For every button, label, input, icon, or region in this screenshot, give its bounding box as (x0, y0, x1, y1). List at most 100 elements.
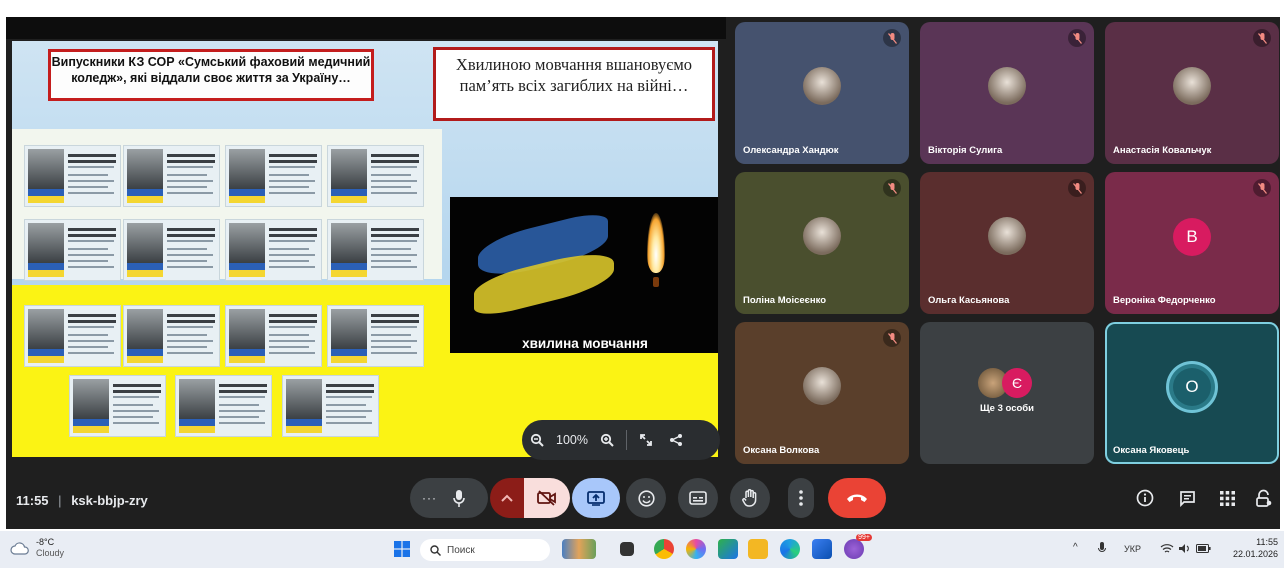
mic-off-icon (1253, 29, 1271, 47)
card-text-line (113, 396, 159, 398)
edge-icon[interactable] (780, 539, 800, 559)
participant-tile[interactable]: Олександра Хандюк (735, 22, 909, 164)
leave-call-button[interactable] (828, 478, 886, 518)
flag-strip (127, 349, 163, 363)
meet-window: Випускники КЗ СОР «Сумський фаховий меди… (6, 17, 1280, 529)
portrait-photo (229, 223, 265, 263)
file-explorer-icon[interactable] (748, 539, 768, 559)
candle-flame-icon (647, 213, 665, 273)
card-text-line (68, 160, 116, 163)
volume-icon[interactable] (1178, 543, 1191, 554)
flag-strip (331, 189, 367, 203)
tray-chevron-icon[interactable]: ^ (1073, 542, 1078, 553)
host-controls-icon[interactable] (1250, 485, 1276, 511)
activities-icon[interactable] (1214, 485, 1240, 511)
cloud-icon (10, 541, 29, 555)
meeting-time: 11:55 (16, 493, 49, 508)
card-text-line (371, 326, 417, 328)
card-text-line (371, 240, 417, 242)
card-text-line (269, 334, 309, 336)
photos-icon[interactable] (812, 539, 832, 559)
participant-avatar (988, 67, 1026, 105)
keyboard-language[interactable]: УКР (1124, 544, 1141, 554)
card-text-line (371, 186, 411, 188)
card-text-line (68, 266, 114, 268)
memorial-card (123, 219, 220, 281)
card-text-line (167, 320, 215, 323)
card-text-line (326, 410, 372, 412)
viber-icon[interactable]: 99+ (844, 534, 872, 559)
mic-off-icon (1068, 179, 1086, 197)
taskbar-clock[interactable]: 11:55 22.01.2026 (1233, 536, 1278, 560)
raise-hand-button[interactable] (730, 478, 770, 518)
camera-off-icon (537, 490, 556, 506)
participant-tile[interactable]: Ольга Касьянова (920, 172, 1094, 314)
card-text-line (371, 248, 411, 250)
card-text-line (371, 334, 411, 336)
present-screen-button[interactable] (572, 478, 620, 518)
participant-tile[interactable]: Вікторія Сулига (920, 22, 1094, 164)
portrait-photo (127, 309, 163, 349)
card-text-line (371, 228, 419, 231)
card-text-line (269, 180, 315, 182)
reactions-button[interactable] (626, 478, 666, 518)
more-vert-icon (799, 490, 803, 506)
memorial-card (327, 219, 424, 281)
participant-name: Вікторія Сулига (928, 145, 1003, 156)
portrait-photo (331, 149, 367, 189)
more-vert-button[interactable] (788, 478, 814, 518)
start-button[interactable] (394, 541, 410, 557)
card-text-line (167, 186, 207, 188)
zoom-out-icon[interactable] (522, 425, 552, 455)
card-text-line (113, 390, 161, 393)
card-text-line (269, 340, 315, 342)
store-icon[interactable] (718, 539, 738, 559)
card-text-line (219, 422, 265, 424)
copilot-icon[interactable] (686, 539, 706, 559)
task-view-icon[interactable] (620, 542, 634, 556)
card-text-line (68, 166, 114, 168)
hand-icon (742, 489, 757, 507)
camera-options-button[interactable] (490, 478, 524, 518)
more-options-button[interactable]: ··· (410, 478, 488, 518)
chrome-icon[interactable] (654, 539, 674, 559)
card-text-line (68, 248, 108, 250)
flag-splash-graphic (468, 197, 618, 344)
portrait-photo (331, 309, 367, 349)
taskbar-search[interactable]: Поиск (420, 539, 550, 561)
participant-initial: О (1173, 368, 1211, 406)
info-icon[interactable] (1132, 485, 1158, 511)
portrait-photo (28, 309, 64, 349)
participant-initial: В (1173, 218, 1211, 256)
card-text-line (269, 240, 315, 242)
captions-button[interactable] (678, 478, 718, 518)
wifi-icon[interactable] (1160, 543, 1174, 554)
participant-name: Ольга Касьянова (928, 295, 1010, 306)
battery-icon[interactable] (1196, 544, 1211, 553)
card-text-line (371, 266, 417, 268)
fullscreen-icon[interactable] (631, 425, 661, 455)
weather-widget[interactable]: -8°C Cloudy (10, 537, 64, 559)
camera-off-button[interactable] (524, 478, 570, 518)
card-text-line (167, 228, 215, 231)
card-text-line (269, 160, 317, 163)
participant-tile[interactable]: Анастасія Ковальчук (1105, 22, 1279, 164)
participant-tile[interactable]: Поліна Моісеєнко (735, 172, 909, 314)
participant-tile[interactable]: В Вероніка Федорченко (1105, 172, 1279, 314)
card-text-line (167, 254, 213, 256)
participant-tile[interactable]: О Оксана Яковець (1105, 322, 1279, 464)
people-app-icon[interactable] (562, 539, 596, 559)
participant-tile[interactable]: Оксана Волкова (735, 322, 909, 464)
portrait-photo (127, 149, 163, 189)
participant-tile[interactable]: Є Ще 3 особи (920, 322, 1094, 464)
captions-icon (689, 491, 707, 505)
chat-icon[interactable] (1174, 485, 1200, 511)
microphone-icon[interactable] (453, 489, 465, 507)
tray-microphone-icon[interactable] (1098, 542, 1106, 555)
memorial-card (225, 305, 322, 367)
zoom-in-icon[interactable] (592, 425, 622, 455)
presentation-slide: Випускники КЗ СОР «Сумський фаховий меди… (12, 41, 718, 457)
share-icon[interactable] (661, 425, 691, 455)
card-text-line (68, 340, 114, 342)
participant-avatar (988, 217, 1026, 255)
